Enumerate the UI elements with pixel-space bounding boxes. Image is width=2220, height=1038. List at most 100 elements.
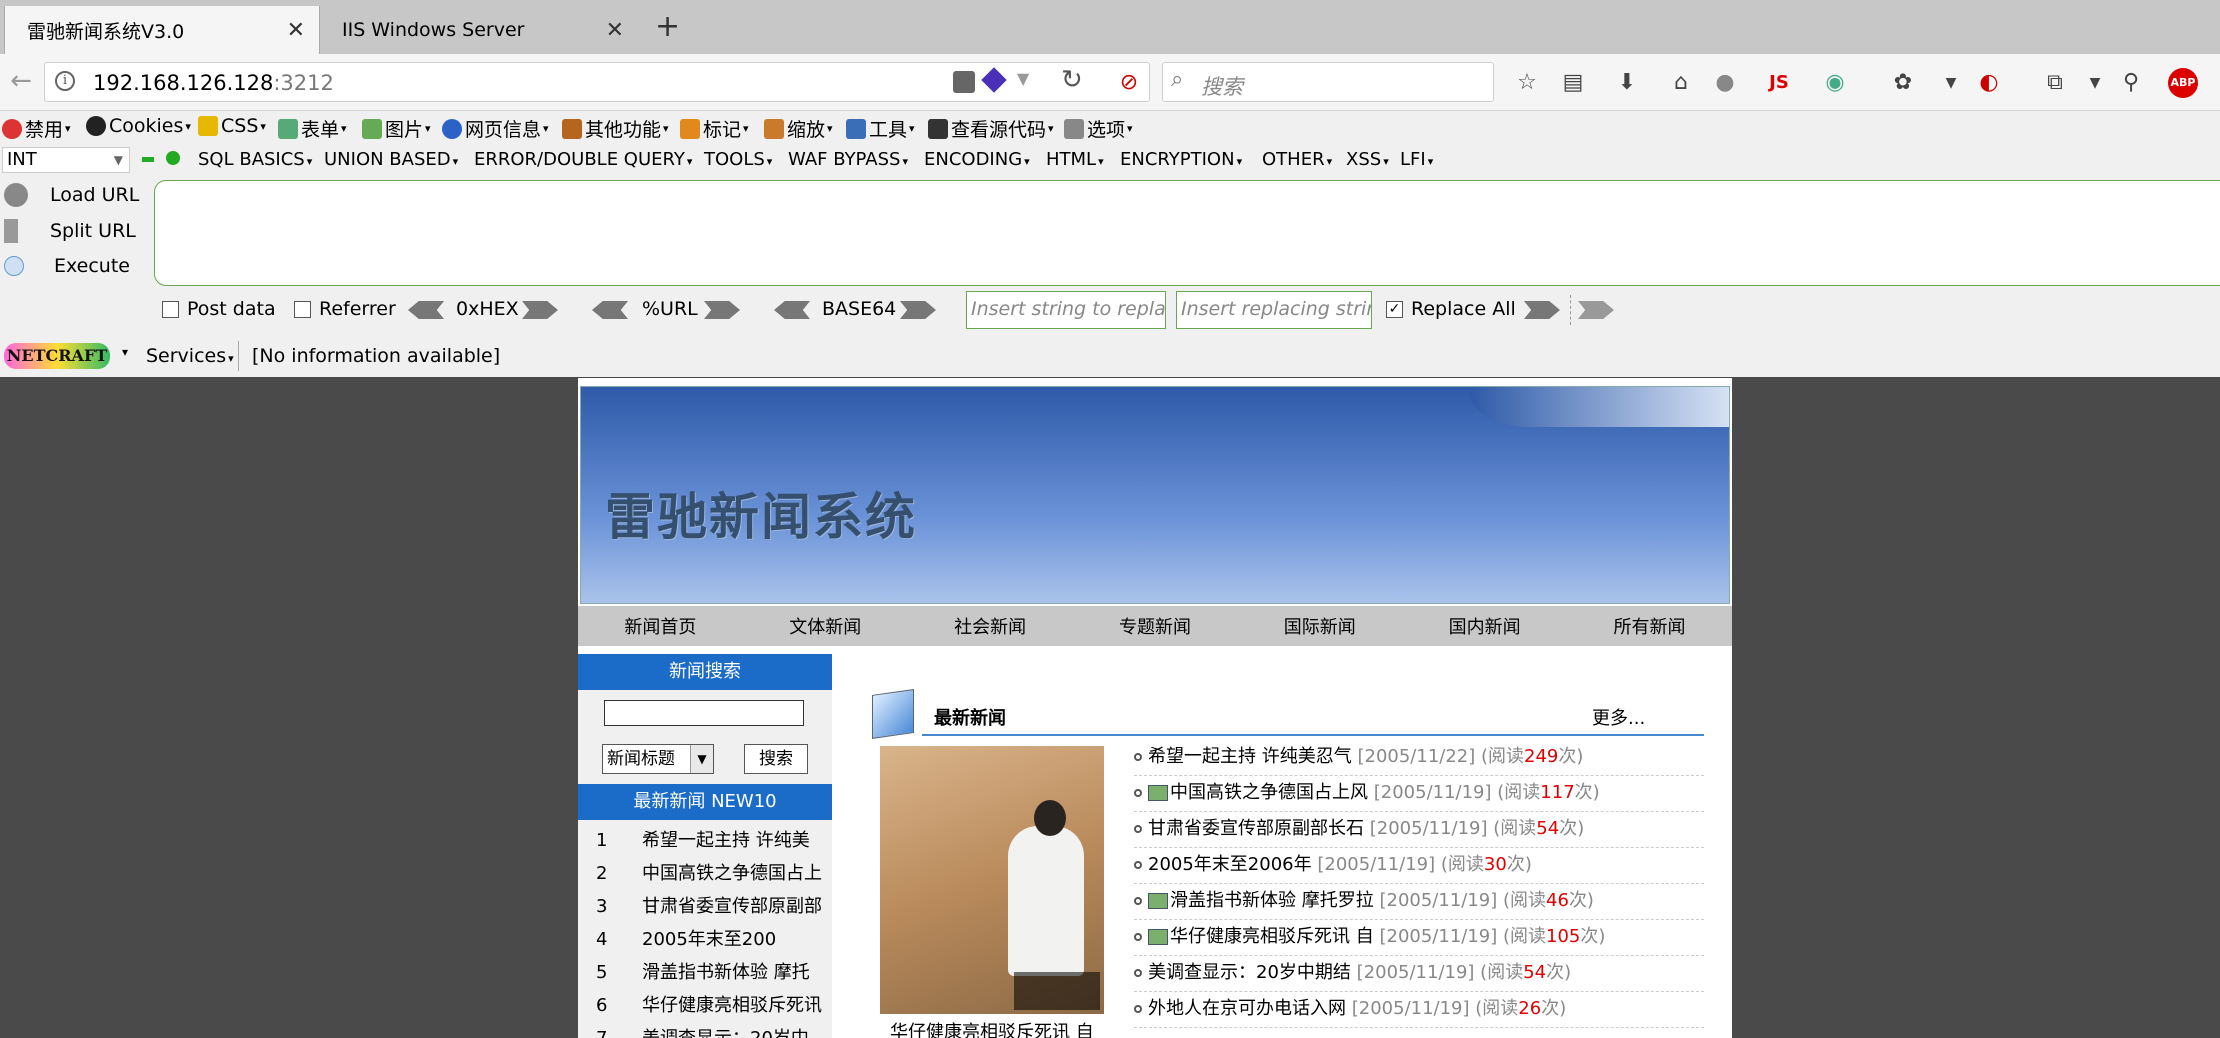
base64-encode-icon[interactable] xyxy=(900,301,936,319)
menu-options[interactable]: 选项 ▾ xyxy=(1064,115,1133,142)
menu-forms[interactable]: 表单 ▾ xyxy=(278,115,347,142)
news-row[interactable]: 中国高铁之争德国占上风 [2005/11/19] (阅读117次) xyxy=(1134,776,1704,812)
search-field-select[interactable]: 新闻标题 ▼ xyxy=(602,744,714,774)
wappalyzer-icon[interactable] xyxy=(981,67,1007,93)
menu-waf-bypass[interactable]: WAF BYPASS ▾ xyxy=(788,149,908,170)
menu-xss[interactable]: XSS ▾ xyxy=(1346,149,1389,170)
chevron-down-icon[interactable]: ▾ xyxy=(122,345,128,359)
nav-special[interactable]: 专题新闻 xyxy=(1119,613,1191,639)
menu-view-source[interactable]: 查看源代码 ▾ xyxy=(928,115,1054,142)
menu-other[interactable]: OTHER ▾ xyxy=(1262,149,1332,170)
nav-society[interactable]: 社会新闻 xyxy=(954,613,1026,639)
url-textarea[interactable] xyxy=(154,180,2220,286)
reading-list-icon[interactable]: ▤ xyxy=(1558,68,1588,98)
menu-disable[interactable]: 禁用 ▾ xyxy=(2,115,71,142)
list-item[interactable]: 4 2005年末至200 xyxy=(596,925,776,951)
zoom-icon[interactable]: ⚲ xyxy=(2116,68,2146,98)
chevron-down-icon[interactable]: ▼ xyxy=(2080,68,2110,98)
list-item[interactable]: 7美调查显示：20岁中 xyxy=(596,1024,809,1038)
menu-encryption[interactable]: ENCRYPTION ▾ xyxy=(1120,149,1242,170)
palette-icon[interactable]: ✿ xyxy=(1888,68,1918,98)
menu-html[interactable]: HTML ▾ xyxy=(1046,149,1104,170)
tab-iis[interactable]: IIS Windows Server ✕ xyxy=(320,6,638,54)
split-url-button[interactable]: Split URL xyxy=(4,219,136,243)
menu-union-based[interactable]: UNION BASED ▾ xyxy=(324,149,458,170)
globe-icon[interactable]: ● xyxy=(1710,68,1740,98)
replace-input[interactable]: Insert string to replace xyxy=(966,291,1166,329)
news-row[interactable]: 外地人在京可办电话入网 [2005/11/19] (阅读26次) xyxy=(1134,992,1704,1028)
menu-encoding[interactable]: ENCODING ▾ xyxy=(924,149,1030,170)
list-item[interactable]: 3 甘肃省委宣传部原副部 xyxy=(596,892,822,918)
home-icon[interactable]: ⌂ xyxy=(1666,68,1696,98)
hex-decode-icon[interactable] xyxy=(408,301,444,319)
hackbar-icon[interactable]: ◐ xyxy=(1974,68,2004,98)
menu-tools[interactable]: 工具 ▾ xyxy=(846,115,915,142)
post-data-checkbox[interactable]: Post data xyxy=(162,298,276,320)
chevron-down-icon[interactable]: ▼ xyxy=(1017,69,1029,88)
reload-icon[interactable]: ↻ xyxy=(1061,65,1083,95)
menu-lfi[interactable]: LFI ▾ xyxy=(1400,149,1433,170)
news-search-input[interactable] xyxy=(604,700,804,726)
netcraft-logo[interactable]: NETCRAFT xyxy=(4,343,110,369)
news-photo[interactable] xyxy=(880,746,1104,1014)
tab-news-system[interactable]: 雷驰新闻系统V3.0 ✕ xyxy=(4,6,320,54)
chevron-down-icon[interactable]: ▼ xyxy=(1936,68,1966,98)
nav-international[interactable]: 国际新闻 xyxy=(1284,613,1356,639)
search-button[interactable]: 搜索 xyxy=(744,744,808,774)
execute-button[interactable]: Execute xyxy=(4,255,130,277)
news-row[interactable]: 滑盖指书新体验 摩托罗拉 [2005/11/19] (阅读46次) xyxy=(1134,884,1704,920)
base64-decode-icon[interactable] xyxy=(774,301,810,319)
menu-error-double-query[interactable]: ERROR/DOUBLE QUERY ▾ xyxy=(474,149,692,170)
more-link[interactable]: 更多... xyxy=(1592,704,1645,730)
news-row[interactable]: 甘肃省委宣传部原副部长石 [2005/11/19] (阅读54次) xyxy=(1134,812,1704,848)
list-item[interactable]: 2 中国高铁之争德国占上 xyxy=(596,859,822,885)
close-tab-icon[interactable]: ✕ xyxy=(606,18,624,43)
list-item[interactable]: 1 希望一起主持 许纯美 xyxy=(596,826,810,852)
photo-caption[interactable]: 华仔健康亮相驳斥死讯 自 xyxy=(890,1018,1094,1038)
js-icon[interactable]: JS xyxy=(1764,68,1794,98)
plus-icon[interactable] xyxy=(166,151,180,165)
menu-css[interactable]: CSS ▾ xyxy=(198,115,266,137)
list-item[interactable]: 5 滑盖指书新体验 摩托 xyxy=(596,958,810,984)
list-item[interactable]: 6 华仔健康亮相驳斥死讯 xyxy=(596,991,822,1017)
noscript-icon[interactable]: ⊘ xyxy=(1114,68,1144,98)
url-decode-icon[interactable] xyxy=(592,301,628,319)
minus-icon[interactable] xyxy=(142,157,154,162)
hex-encode-icon[interactable] xyxy=(522,301,558,319)
menu-page-info[interactable]: 网页信息 ▾ xyxy=(442,115,549,142)
adblock-icon[interactable]: ABP xyxy=(2168,68,2198,98)
new-tab-icon[interactable]: + xyxy=(655,12,680,42)
replacing-input[interactable]: Insert replacing string xyxy=(1176,291,1372,329)
menu-tools[interactable]: TOOLS ▾ xyxy=(704,149,772,170)
menu-misc[interactable]: 其他功能 ▾ xyxy=(562,115,669,142)
download-icon[interactable]: ⬇ xyxy=(1612,68,1642,98)
menu-images[interactable]: 图片 ▾ xyxy=(362,115,431,142)
close-tab-icon[interactable]: ✕ xyxy=(287,18,305,43)
nav-home[interactable]: 新闻首页 xyxy=(624,613,696,639)
menu-sql-basics[interactable]: SQL BASICS ▾ xyxy=(198,149,312,170)
info-icon[interactable]: i xyxy=(55,71,75,91)
replace-go-icon[interactable] xyxy=(1524,301,1560,319)
menu-cookies[interactable]: Cookies ▾ xyxy=(86,115,191,137)
news-row[interactable]: 美调查显示：20岁中期结 [2005/11/19] (阅读54次) xyxy=(1134,956,1704,992)
replace-next-icon[interactable] xyxy=(1578,301,1614,319)
screenshot-icon[interactable]: ⧉ xyxy=(2040,68,2070,98)
referrer-checkbox[interactable]: Referrer xyxy=(294,298,396,320)
nav-sports[interactable]: 文体新闻 xyxy=(789,613,861,639)
bookmark-star-icon[interactable]: ☆ xyxy=(1512,68,1542,98)
server-icon[interactable] xyxy=(953,71,975,93)
menu-resize[interactable]: 缩放 ▾ xyxy=(764,115,833,142)
menu-outline[interactable]: 标记 ▾ xyxy=(680,115,749,142)
replace-all-checkbox[interactable]: ✓ Replace All xyxy=(1386,298,1516,320)
news-row[interactable]: 华仔健康亮相驳斥死讯 自 [2005/11/19] (阅读105次) xyxy=(1134,920,1704,956)
services-menu[interactable]: Services ▾ xyxy=(146,345,234,367)
type-select[interactable]: INT ▼ xyxy=(2,147,130,173)
url-bar[interactable]: i 192.168.126.128:3212 ▼ ↻ xyxy=(44,62,1150,102)
news-row[interactable]: 希望一起主持 许纯美忍气 [2005/11/22] (阅读249次) xyxy=(1134,740,1704,776)
back-icon[interactable]: ← xyxy=(6,66,36,96)
nav-domestic[interactable]: 国内新闻 xyxy=(1449,613,1521,639)
proxy-icon[interactable]: ◉ xyxy=(1820,68,1850,98)
news-row[interactable]: 2005年末至2006年 [2005/11/19] (阅读30次) xyxy=(1134,848,1704,884)
nav-all[interactable]: 所有新闻 xyxy=(1613,613,1685,639)
load-url-button[interactable]: Load URL xyxy=(4,183,139,207)
